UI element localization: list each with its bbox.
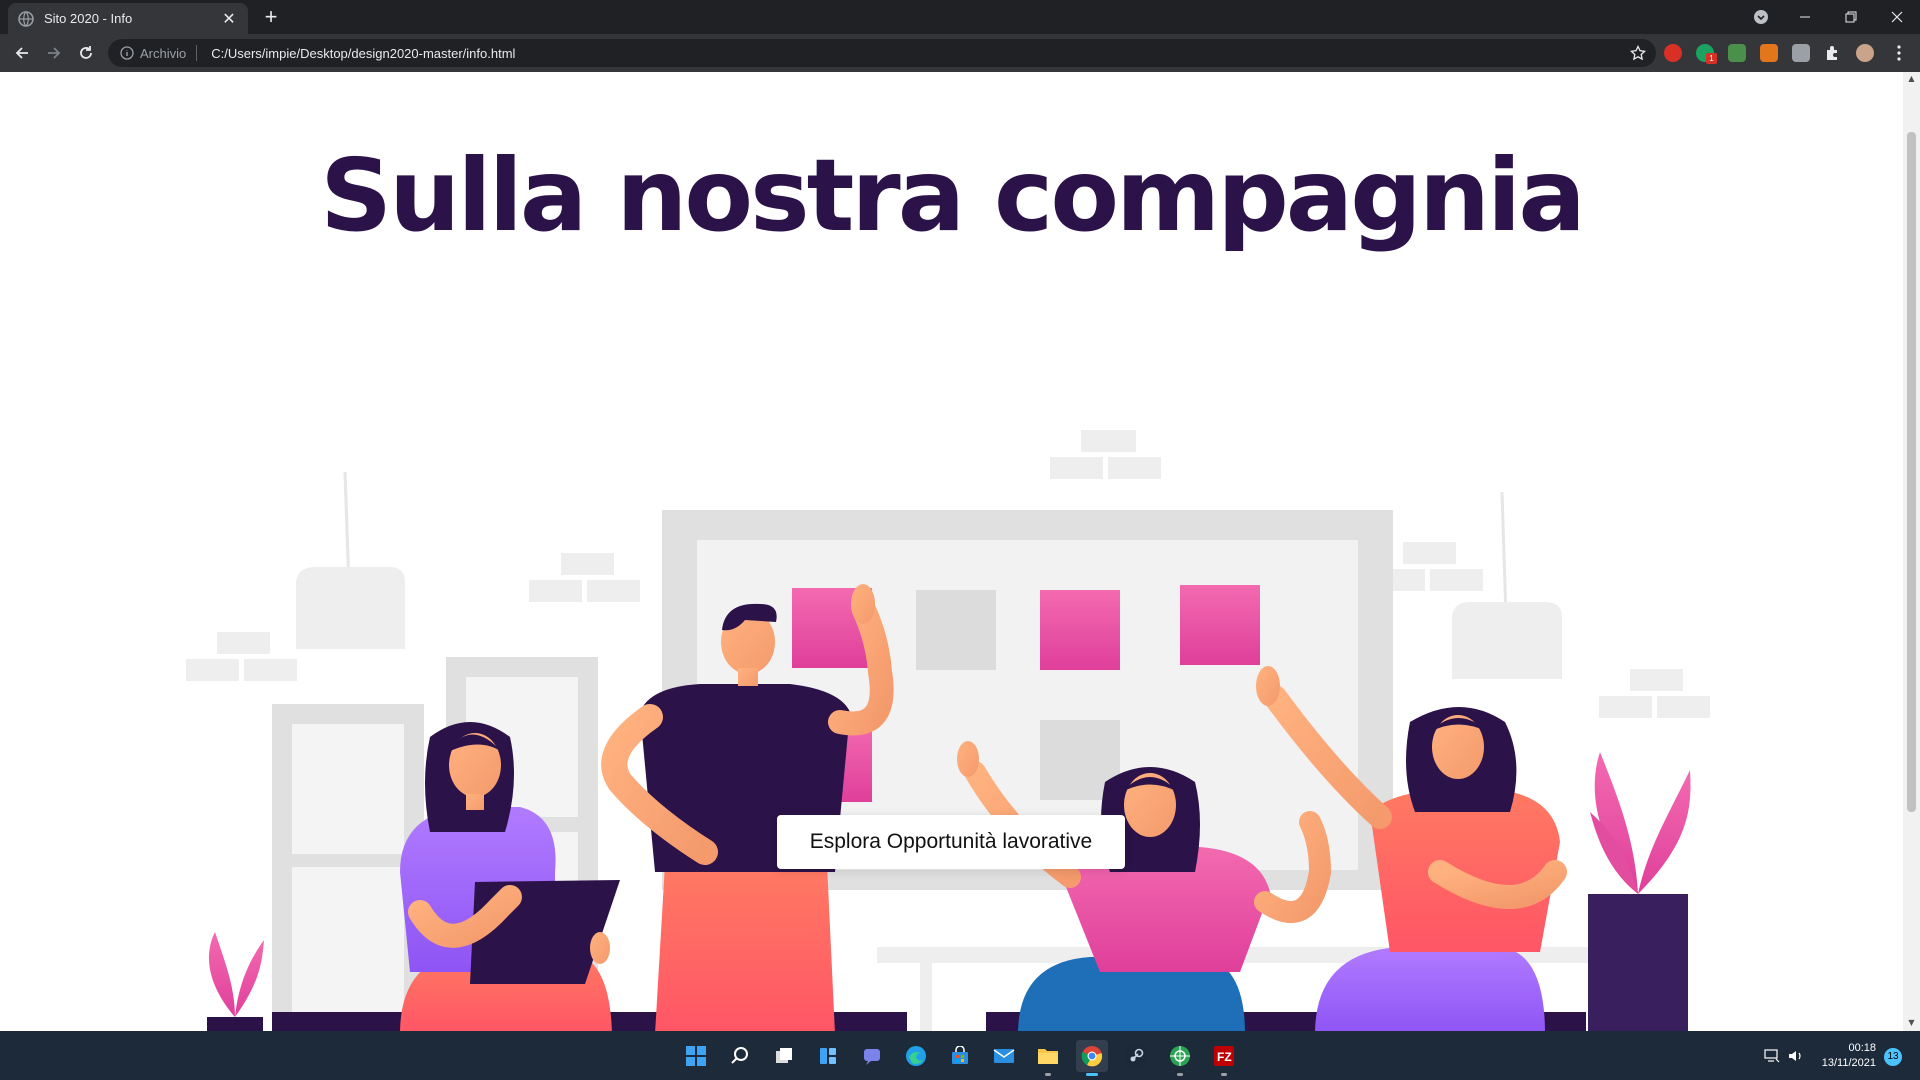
extension-badge: 1 [1706,53,1717,64]
tab-title: Sito 2020 - Info [44,11,133,26]
browser-toolbar: Archivio C:/Users/impie/Desktop/design20… [0,34,1920,72]
edge-icon [906,1046,926,1066]
browser-tab-strip: Sito 2020 - Info ✕ + [0,0,1920,34]
clock[interactable]: 00:18 13/11/2021 [1806,1041,1876,1071]
browser-tab[interactable]: Sito 2020 - Info ✕ [8,3,248,34]
explore-jobs-button[interactable]: Esplora Opportunità lavorative [777,815,1125,869]
minimize-button[interactable] [1782,0,1828,34]
running-indicator [1177,1073,1183,1076]
filezilla-icon: FZ [1214,1046,1234,1066]
clock-time: 00:18 [1848,1042,1876,1054]
close-window-button[interactable] [1874,0,1920,34]
mail-button[interactable] [988,1040,1020,1072]
scrollbar-thumb[interactable] [1907,132,1916,812]
widgets-icon [820,1048,836,1064]
running-indicator [1045,1073,1051,1076]
tab-search-button[interactable] [1738,0,1784,34]
extensions-puzzle-icon[interactable] [1824,44,1842,62]
profile-avatar[interactable] [1856,44,1874,62]
security-label[interactable]: Archivio [140,46,186,61]
forward-button[interactable] [40,39,68,67]
page-title: Sulla nostra compagnia [320,137,1586,254]
task-view-button[interactable] [768,1040,800,1072]
back-button[interactable] [8,39,36,67]
arrow-left-icon [15,47,28,59]
steam-button[interactable] [1120,1040,1152,1072]
menu-kebab-icon[interactable] [1890,44,1908,62]
teams-chat-button[interactable] [856,1040,888,1072]
extension-image-icon[interactable] [1728,44,1746,62]
widgets-button[interactable] [812,1040,844,1072]
task-view-icon [776,1048,792,1063]
minimize-icon [1800,16,1810,18]
filezilla-button[interactable]: FZ [1208,1040,1240,1076]
address-divider [196,45,198,61]
star-icon [1630,45,1646,61]
file-explorer-button[interactable] [1032,1040,1064,1076]
close-icon [1891,11,1903,23]
team-meeting-illustration [186,430,1710,1031]
search-button[interactable] [724,1040,756,1072]
active-indicator [1086,1073,1098,1076]
steam-icon [1126,1046,1146,1066]
search-icon [731,1047,748,1064]
edge-button[interactable] [900,1040,932,1072]
chrome-icon [1081,1046,1103,1067]
network-icon[interactable] [1762,1040,1782,1072]
restore-button[interactable] [1828,0,1874,34]
start-button[interactable] [680,1040,712,1072]
globe-app-icon [1170,1046,1190,1066]
globe-icon [18,10,34,27]
extension-adblock-icon[interactable] [1664,44,1682,62]
folder-icon [1038,1049,1058,1064]
mail-icon [993,1049,1015,1063]
arrow-right-icon [48,47,61,59]
running-indicator [1221,1073,1227,1076]
address-bar[interactable]: Archivio C:/Users/impie/Desktop/design20… [108,39,1656,67]
svg-text:FZ: FZ [1217,1050,1232,1064]
extension-fox-icon[interactable] [1760,44,1778,62]
restore-icon [1845,11,1857,23]
scroll-down-icon[interactable]: ▼ [1907,1018,1916,1027]
notification-badge[interactable]: 13 [1884,1048,1902,1066]
chrome-button[interactable] [1076,1040,1108,1076]
extension-green-icon[interactable]: 1 [1696,44,1717,64]
windows-logo-icon [686,1046,706,1066]
vertical-scrollbar[interactable]: ▲ ▼ [1903,72,1920,1031]
volume-icon[interactable] [1786,1040,1806,1072]
extension-gray-icon[interactable] [1792,44,1810,62]
chat-icon [864,1049,880,1065]
bookmark-star-button[interactable] [1626,41,1650,65]
page-viewport: Sulla nostra compagnia Esplora Opportuni… [0,72,1903,1031]
reload-icon [80,46,92,59]
green-app-button[interactable] [1164,1040,1196,1076]
new-tab-button[interactable]: + [258,5,284,31]
tab-close-icon[interactable]: ✕ [220,9,238,28]
store-button[interactable] [944,1040,976,1072]
clock-date: 13/11/2021 [1821,1057,1876,1069]
windows-taskbar: FZ 00:18 13/11/2021 13 [0,1031,1920,1080]
url-text[interactable]: C:/Users/impie/Desktop/design2020-master… [211,46,1626,61]
info-icon[interactable] [120,46,134,60]
scroll-up-icon[interactable]: ▲ [1907,74,1916,83]
chevron-down-icon [1754,10,1768,24]
store-icon [952,1046,968,1064]
reload-button[interactable] [72,39,100,67]
